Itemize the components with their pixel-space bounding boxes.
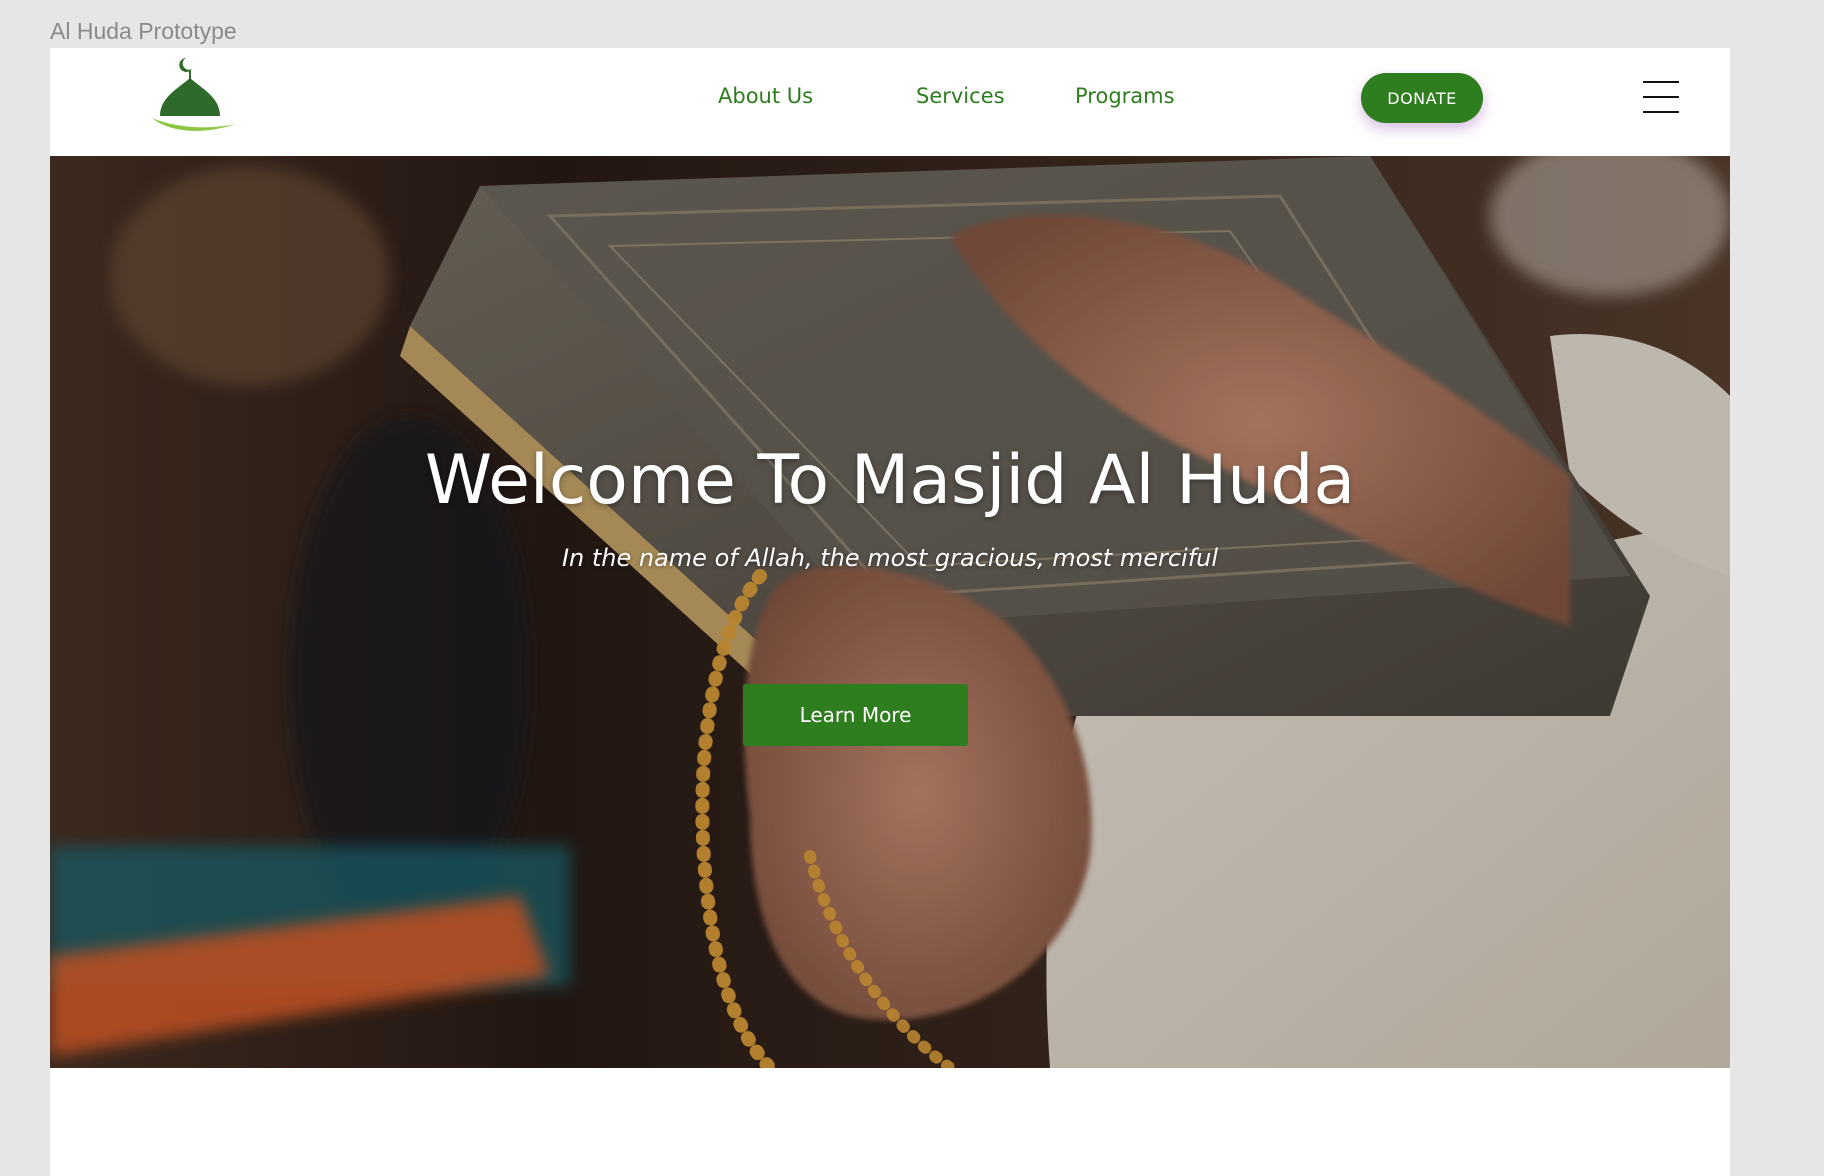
nav-about-us[interactable]: About Us: [718, 84, 813, 108]
learn-more-button[interactable]: Learn More: [743, 684, 968, 746]
nav-services[interactable]: Services: [916, 84, 1005, 108]
site-header: About Us Services Programs DONATE: [50, 48, 1730, 156]
menu-line: [1643, 111, 1679, 113]
donate-button[interactable]: DONATE: [1361, 73, 1483, 123]
menu-line: [1643, 81, 1679, 83]
prototype-label: Al Huda Prototype: [50, 18, 237, 44]
hamburger-menu-icon[interactable]: [1643, 81, 1679, 113]
nav-programs[interactable]: Programs: [1075, 84, 1175, 108]
mosque-dome-logo-icon[interactable]: [146, 56, 242, 140]
hero-background-photo: [50, 156, 1730, 1068]
hero-subtitle: In the name of Allah, the most gracious,…: [561, 544, 1219, 572]
menu-line: [1643, 96, 1679, 98]
hero-title: Welcome To Masjid Al Huda: [424, 441, 1356, 520]
hero-section: Welcome To Masjid Al Huda In the name of…: [50, 156, 1730, 1068]
page-frame: About Us Services Programs DONATE Welcom…: [50, 48, 1730, 1176]
